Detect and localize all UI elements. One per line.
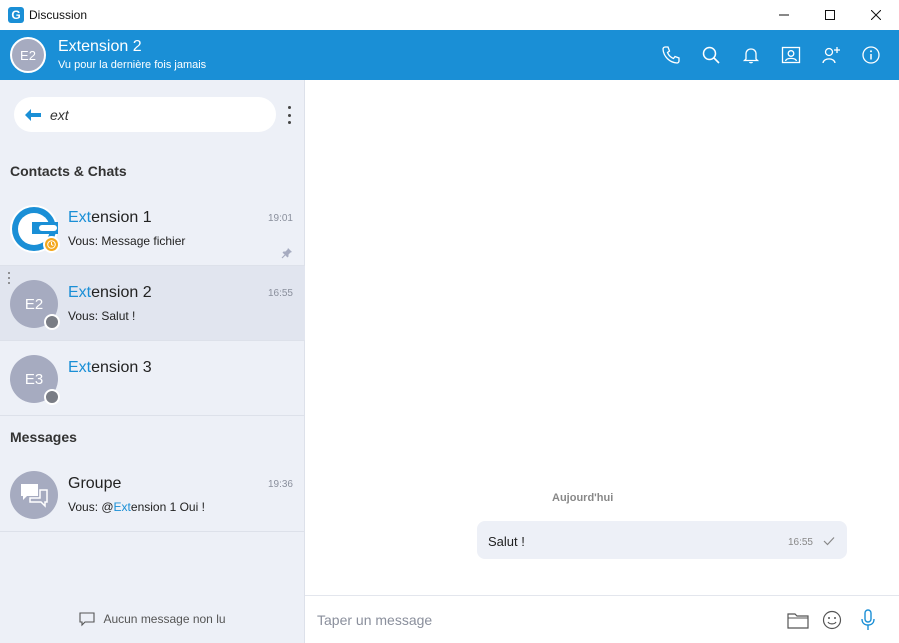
date-separator: Aujourd'hui — [552, 492, 614, 504]
voice-message-button[interactable] — [856, 608, 880, 632]
contact-status: Vu pour la dernière fois jamais — [58, 59, 207, 71]
microphone-icon — [861, 609, 875, 630]
call-button[interactable] — [651, 30, 691, 80]
info-icon — [862, 46, 880, 64]
notifications-button[interactable] — [731, 30, 771, 80]
last-message: Vous: Message fichier — [68, 234, 186, 248]
conversation-panel: Aujourd'hui Salut ! 16:55 — [305, 80, 899, 595]
contact-name: Extension 2 — [68, 284, 152, 301]
contact-name: Extension 3 — [68, 359, 152, 376]
unread-status: Aucun message non lu — [0, 608, 305, 630]
maximize-icon — [825, 10, 835, 20]
search-icon — [702, 46, 720, 64]
offline-status-icon — [44, 389, 60, 405]
emoji-button[interactable] — [820, 608, 844, 632]
attach-file-button[interactable] — [786, 608, 810, 632]
message-time: 19:36 — [267, 479, 293, 490]
header-contact-info[interactable]: Extension 2 Vu pour la dernière fois jam… — [58, 37, 206, 73]
search-button[interactable] — [691, 30, 731, 80]
group-avatar — [10, 471, 58, 519]
close-icon — [871, 10, 881, 20]
phone-icon — [662, 46, 680, 64]
drag-handle-icon[interactable] — [7, 272, 11, 284]
read-check-icon — [823, 537, 835, 546]
app-window: G Discussion E2 Extension 2 Vu pour la d… — [0, 0, 899, 643]
smiley-icon — [822, 610, 842, 630]
message-time: 16:55 — [267, 288, 293, 299]
maximize-button[interactable] — [807, 0, 853, 30]
message-time: 19:01 — [267, 213, 293, 224]
section-title-contacts: Contacts & Chats — [10, 163, 127, 179]
last-message: Vous: Salut ! — [68, 309, 136, 323]
message-text: Salut ! — [488, 534, 525, 549]
contact-card-button[interactable] — [771, 30, 811, 80]
more-options-icon[interactable] — [284, 106, 294, 124]
last-message: Vous: @Extension 1 Oui ! — [68, 500, 205, 514]
folder-icon — [787, 613, 809, 629]
contact-item-extension-1[interactable]: Extension 1 Vous: Message fichier 19:01 — [0, 191, 305, 266]
info-button[interactable] — [851, 30, 891, 80]
message-icon — [79, 611, 96, 626]
avatar[interactable]: E2 — [10, 37, 46, 73]
group-chat-icon — [21, 484, 48, 508]
title-bar: G Discussion — [0, 0, 899, 30]
section-title-messages: Messages — [10, 429, 77, 445]
conversation-header: E2 Extension 2 Vu pour la dernière fois … — [0, 30, 899, 80]
contact-card-icon — [781, 46, 801, 64]
contact-item-extension-2[interactable]: E2 Extension 2 Vous: Salut ! 16:55 — [0, 266, 305, 341]
message-input[interactable] — [317, 610, 757, 630]
close-button[interactable] — [853, 0, 899, 30]
pin-icon — [281, 248, 292, 259]
search-input[interactable]: ext — [50, 107, 69, 123]
window-title: Discussion — [29, 8, 88, 22]
away-status-icon — [43, 236, 60, 253]
sidebar: ext Contacts & Chats Extension 1 Vous: M… — [0, 80, 305, 643]
minimize-icon — [779, 14, 789, 16]
header-actions — [651, 30, 891, 80]
back-arrow-icon[interactable] — [24, 107, 42, 123]
contact-item-extension-3[interactable]: E3 Extension 3 — [0, 341, 305, 416]
search-box[interactable]: ext — [14, 97, 276, 132]
bell-icon — [742, 48, 760, 64]
add-user-icon — [822, 47, 840, 64]
unread-label: Aucun message non lu — [103, 612, 226, 626]
message-bubble[interactable]: Salut ! 16:55 — [477, 521, 847, 559]
offline-status-icon — [44, 314, 60, 330]
app-logo-icon: G — [8, 7, 24, 23]
contact-name: Extension 1 — [68, 209, 152, 226]
group-name: Groupe — [68, 475, 122, 492]
contact-name: Extension 2 — [58, 38, 142, 55]
message-time: 16:55 — [787, 537, 813, 548]
group-item-groupe[interactable]: Groupe Vous: @Extension 1 Oui ! 19:36 — [0, 457, 305, 532]
minimize-button[interactable] — [761, 0, 807, 30]
message-composer — [305, 595, 899, 643]
add-participant-button[interactable] — [811, 30, 851, 80]
window-controls — [761, 0, 899, 30]
